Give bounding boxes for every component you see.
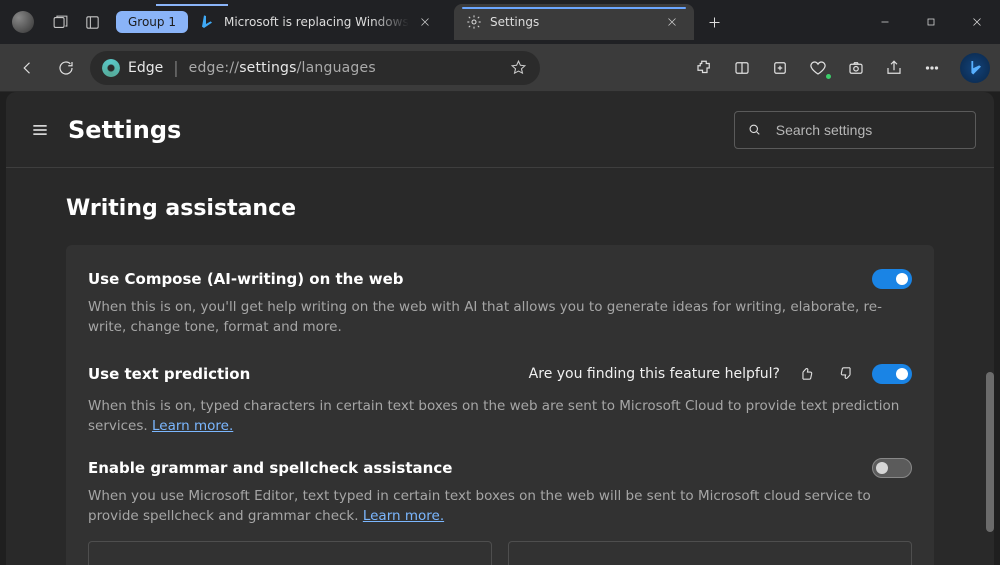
thumbs-down-button[interactable] bbox=[832, 360, 860, 388]
workspaces-icon[interactable] bbox=[44, 6, 76, 38]
toggle-compose[interactable] bbox=[872, 269, 912, 289]
setting-compose: Use Compose (AI-writing) on the web When… bbox=[88, 263, 912, 354]
setting-compose-title: Use Compose (AI-writing) on the web bbox=[88, 270, 404, 288]
omnibox-brand: Edge bbox=[128, 60, 163, 76]
setting-grammar-desc: When you use Microsoft Editor, text type… bbox=[88, 486, 912, 527]
learn-more-link[interactable]: Learn more. bbox=[363, 508, 444, 524]
settings-search-input[interactable] bbox=[776, 122, 963, 138]
search-icon bbox=[747, 121, 762, 138]
setting-grammar: Enable grammar and spellcheck assistance… bbox=[88, 452, 912, 565]
writing-assistance-card: Use Compose (AI-writing) on the web When… bbox=[66, 245, 934, 565]
omnibox-url: edge://settings/languages bbox=[189, 60, 376, 76]
edge-logo-icon bbox=[102, 59, 120, 77]
tab-settings[interactable]: Settings bbox=[454, 4, 694, 40]
feedback-prompt: Are you finding this feature helpful? bbox=[529, 366, 780, 382]
settings-page: Settings Writing assistance Use Compose … bbox=[6, 92, 994, 565]
extensions-button[interactable] bbox=[686, 50, 722, 86]
settings-content: Writing assistance Use Compose (AI-writi… bbox=[6, 168, 994, 565]
more-menu-button[interactable] bbox=[914, 50, 950, 86]
grammar-subpanel-right[interactable] bbox=[508, 541, 912, 565]
maximize-button[interactable] bbox=[908, 6, 954, 38]
profile-avatar[interactable] bbox=[12, 11, 34, 33]
settings-search[interactable] bbox=[734, 111, 976, 149]
setting-compose-desc: When this is on, you'll get help writing… bbox=[88, 297, 912, 338]
address-bar[interactable]: Edge | edge://settings/languages bbox=[90, 51, 540, 85]
setting-text-prediction: Use text prediction Are you finding this… bbox=[88, 354, 912, 453]
back-button[interactable] bbox=[10, 50, 46, 86]
scrollbar-thumb[interactable] bbox=[986, 372, 994, 532]
thumbs-up-button[interactable] bbox=[792, 360, 820, 388]
gear-icon bbox=[466, 14, 482, 30]
tab-group-label[interactable]: Group 1 bbox=[116, 11, 188, 33]
split-screen-button[interactable] bbox=[724, 50, 760, 86]
window-titlebar: Group 1 Microsoft is replacing Windows S… bbox=[0, 0, 1000, 44]
minimize-button[interactable] bbox=[862, 6, 908, 38]
share-button[interactable] bbox=[876, 50, 912, 86]
favorite-star-icon[interactable] bbox=[508, 58, 528, 78]
bing-favicon-icon bbox=[200, 14, 216, 30]
grammar-subpanel-left[interactable] bbox=[88, 541, 492, 565]
setting-prediction-desc: When this is on, typed characters in cer… bbox=[88, 396, 912, 437]
browser-toolbar: Edge | edge://settings/languages bbox=[0, 44, 1000, 92]
toggle-text-prediction[interactable] bbox=[872, 364, 912, 384]
close-window-button[interactable] bbox=[954, 6, 1000, 38]
collections-button[interactable] bbox=[762, 50, 798, 86]
tab-article[interactable]: Microsoft is replacing Windows bbox=[188, 4, 450, 40]
settings-appbar: Settings bbox=[6, 92, 994, 168]
browser-essentials-button[interactable] bbox=[800, 50, 836, 86]
refresh-button[interactable] bbox=[48, 50, 84, 86]
toggle-grammar[interactable] bbox=[872, 458, 912, 478]
screenshot-button[interactable] bbox=[838, 50, 874, 86]
page-title: Settings bbox=[68, 116, 181, 144]
tab-article-label: Microsoft is replacing Windows bbox=[224, 15, 409, 29]
tab-settings-label: Settings bbox=[490, 15, 656, 29]
learn-more-link[interactable]: Learn more. bbox=[152, 418, 233, 434]
vertical-tabs-icon[interactable] bbox=[76, 6, 108, 38]
setting-prediction-title: Use text prediction bbox=[88, 365, 250, 383]
new-tab-button[interactable] bbox=[700, 7, 730, 37]
close-icon[interactable] bbox=[660, 10, 684, 34]
setting-grammar-title: Enable grammar and spellcheck assistance bbox=[88, 459, 452, 477]
menu-button[interactable] bbox=[24, 114, 56, 146]
bing-chat-button[interactable] bbox=[960, 53, 990, 83]
section-heading: Writing assistance bbox=[66, 196, 934, 221]
close-icon[interactable] bbox=[413, 10, 437, 34]
